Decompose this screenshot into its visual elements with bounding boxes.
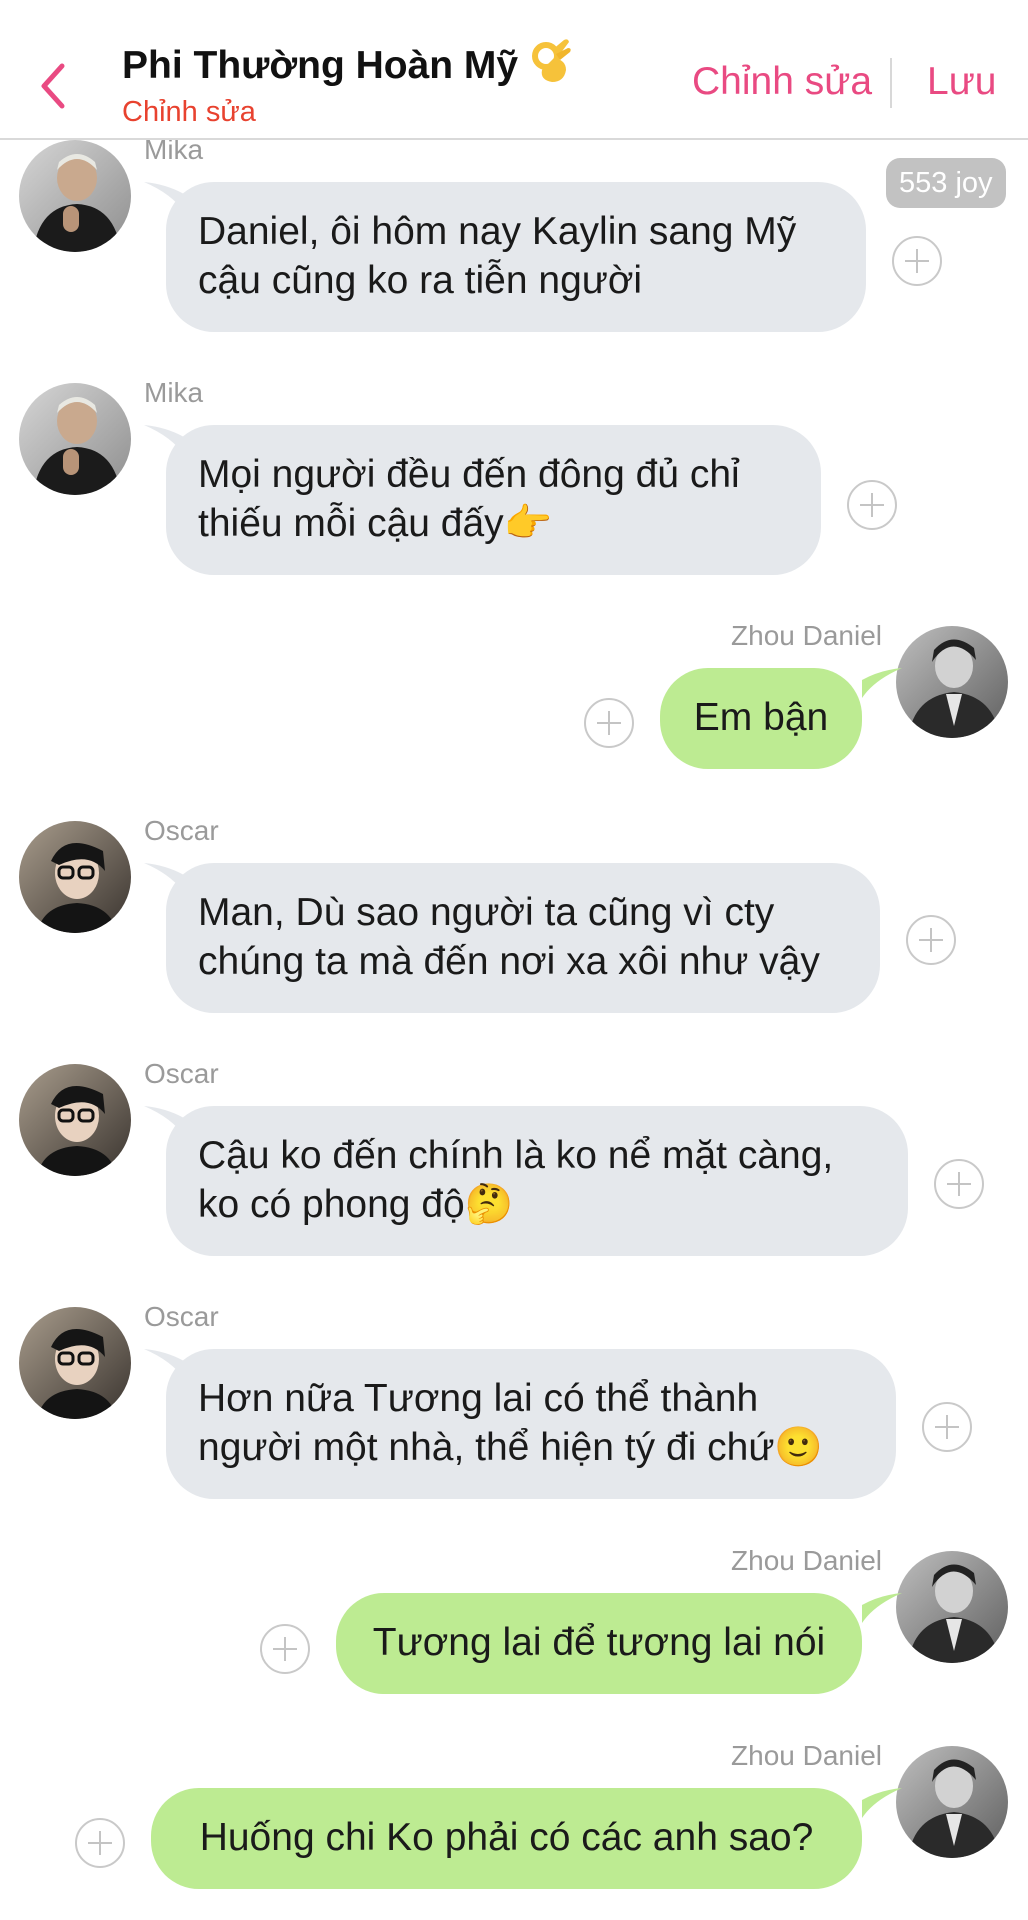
message-row: Oscar Man, Dù sao người ta cũng vì cty c…: [0, 815, 1028, 1021]
sender-name: Zhou Daniel: [731, 620, 882, 651]
react-plus-icon[interactable]: [75, 1818, 125, 1868]
react-plus-icon[interactable]: [934, 1159, 984, 1209]
react-plus-icon[interactable]: [260, 1624, 310, 1674]
react-plus-icon[interactable]: [892, 236, 942, 286]
message-bubble[interactable]: Huống chi Ko phải có các anh sao?: [151, 1788, 862, 1889]
message-line: Em bận: [693, 696, 829, 739]
message-bubble[interactable]: Em bận: [660, 668, 862, 769]
react-plus-icon[interactable]: [922, 1402, 972, 1452]
sender-name: Zhou Daniel: [731, 1545, 882, 1576]
avatar-oscar[interactable]: [19, 1307, 131, 1419]
bubble-tail: [862, 668, 902, 698]
message-line: Man, Dù sao người ta cũng vì cty: [198, 891, 775, 934]
avatar-zhou-daniel[interactable]: [896, 1551, 1008, 1663]
save-button[interactable]: Lưu: [927, 60, 997, 104]
avatar-zhou-daniel[interactable]: [896, 626, 1008, 738]
message-row: Zhou Daniel Huống chi Ko phải có các anh…: [0, 1740, 1028, 1896]
message-bubble[interactable]: Cậu ko đến chính là ko nể mặt càng, ko c…: [166, 1106, 908, 1256]
sender-name: Oscar: [144, 815, 219, 846]
header-divider: [890, 58, 892, 108]
avatar-mika[interactable]: [19, 140, 131, 252]
message-row: Mika Mọi người đều đến đông đủ chỉ thiếu…: [0, 377, 1028, 583]
chat-header: Phi Thường Hoàn Mỹ Chỉnh sửa Chỉnh sửa L…: [0, 0, 1028, 140]
message-row: Zhou Daniel Tương lai để tương lai nói: [0, 1545, 1028, 1701]
message-bubble[interactable]: Mọi người đều đến đông đủ chỉ thiếu mỗi …: [166, 425, 821, 575]
sender-name: Zhou Daniel: [731, 1740, 882, 1771]
edit-button[interactable]: Chỉnh sửa: [692, 60, 872, 104]
message-row: Oscar Hơn nữa Tương lai có thể thành ngư…: [0, 1301, 1028, 1507]
back-chevron-icon[interactable]: [34, 58, 74, 114]
message-line: Mọi người đều đến đông đủ chỉ: [198, 453, 740, 496]
sender-name: Mika: [144, 377, 204, 408]
sender-name: Oscar: [144, 1301, 219, 1332]
message-bubble[interactable]: Hơn nữa Tương lai có thể thành người một…: [166, 1349, 896, 1499]
react-plus-icon[interactable]: [906, 915, 956, 965]
avatar-zhou-daniel[interactable]: [896, 1746, 1008, 1858]
ok-hand-emoji-icon: [530, 36, 574, 94]
message-row: Zhou Daniel Em bận: [0, 620, 1028, 776]
message-bubble[interactable]: Tương lai để tương lai nói: [336, 1593, 862, 1694]
avatar-oscar[interactable]: [19, 821, 131, 933]
message-line: Tương lai để tương lai nói: [372, 1621, 826, 1664]
message-line: ko có phong độ🤔: [198, 1183, 514, 1226]
message-line: thiếu mỗi cậu đấy👉: [198, 502, 553, 545]
react-plus-icon[interactable]: [584, 698, 634, 748]
bubble-tail: [862, 1593, 902, 1623]
message-line: Hơn nữa Tương lai có thể thành: [198, 1377, 759, 1420]
message-bubble[interactable]: Man, Dù sao người ta cũng vì cty chúng t…: [166, 863, 880, 1013]
message-line: Cậu ko đến chính là ko nể mặt càng,: [198, 1134, 834, 1177]
message-line: người một nhà, thể hiện tý đi chứ🙂: [198, 1426, 823, 1469]
sender-name: Oscar: [144, 1058, 219, 1089]
chat-title: Phi Thường Hoàn Mỹ: [122, 36, 574, 94]
message-bubble[interactable]: Daniel, ôi hôm nay Kaylin sang Mỹ cậu cũ…: [166, 182, 866, 332]
bubble-tail: [862, 1788, 902, 1818]
avatar-oscar[interactable]: [19, 1064, 131, 1176]
message-row: Mika Daniel, ôi hôm nay Kaylin sang Mỹ c…: [0, 134, 1028, 340]
message-line: Huống chi Ko phải có các anh sao?: [199, 1816, 814, 1859]
header-subtitle[interactable]: Chỉnh sửa: [122, 96, 256, 129]
react-plus-icon[interactable]: [847, 480, 897, 530]
message-line: Daniel, ôi hôm nay Kaylin sang Mỹ: [198, 210, 797, 253]
message-line: cậu cũng ko ra tiễn người: [198, 259, 643, 302]
avatar-mika[interactable]: [19, 383, 131, 495]
message-line: chúng ta mà đến nơi xa xôi như vậy: [198, 940, 820, 983]
message-row: Oscar Cậu ko đến chính là ko nể mặt càng…: [0, 1058, 1028, 1264]
chat-title-text: Phi Thường Hoàn Mỹ: [122, 44, 519, 87]
